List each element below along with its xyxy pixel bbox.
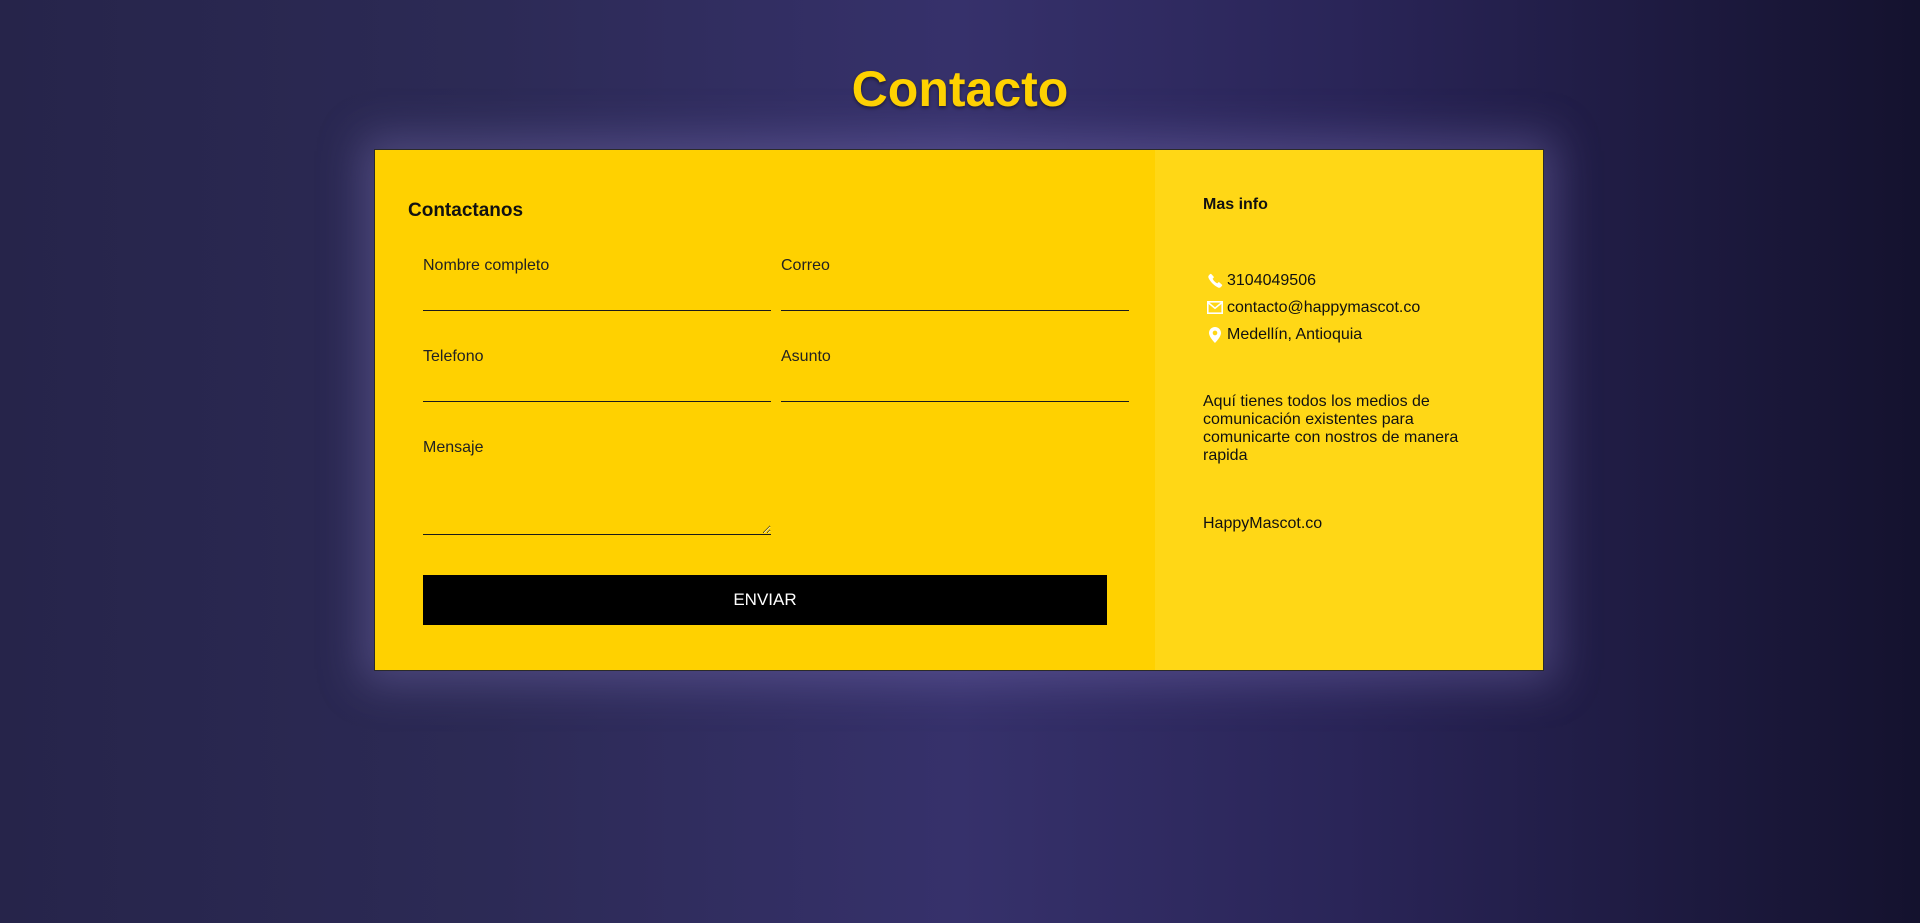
map-marker-icon (1206, 326, 1224, 344)
contact-location-text: Medellín, Antioquia (1227, 325, 1363, 343)
telefono-label: Telefono (423, 348, 484, 365)
asunto-field: Asunto (781, 348, 1129, 402)
page-title: Contacto (851, 61, 1069, 117)
contact-location-item: Medellín, Antioquia (1206, 321, 1420, 348)
form-heading: Contactanos (408, 200, 524, 221)
info-panel: Mas info 3104049506 contacto@happymascot… (1155, 150, 1543, 670)
mensaje-textarea[interactable] (423, 465, 771, 535)
telefono-input[interactable] (423, 372, 771, 402)
send-button[interactable]: ENVIAR (423, 575, 1107, 625)
info-heading: Mas info (1203, 196, 1268, 213)
correo-input[interactable] (781, 281, 1129, 311)
mensaje-label: Mensaje (423, 439, 484, 456)
contact-info-list: 3104049506 contacto@happymascot.co Medel… (1206, 267, 1420, 348)
telefono-field: Telefono (423, 348, 771, 402)
brand-name: HappyMascot.co (1203, 515, 1323, 532)
contact-phone-item: 3104049506 (1206, 267, 1420, 294)
contact-email-item: contacto@happymascot.co (1206, 294, 1420, 321)
contact-phone-text: 3104049506 (1227, 271, 1316, 289)
contact-email-text: contacto@happymascot.co (1227, 298, 1421, 316)
contact-form-panel: Contactanos Nombre completo Correo Telef… (375, 150, 1155, 670)
nombre-input[interactable] (423, 281, 771, 311)
correo-label: Correo (781, 257, 830, 274)
envelope-icon (1206, 299, 1224, 317)
contact-card: Contactanos Nombre completo Correo Telef… (374, 149, 1544, 671)
asunto-input[interactable] (781, 372, 1129, 402)
info-description: Aquí tienes todos los medios de comunica… (1203, 393, 1459, 464)
mensaje-field: Mensaje (423, 439, 771, 535)
nombre-label: Nombre completo (423, 257, 550, 274)
nombre-field: Nombre completo (423, 257, 771, 311)
asunto-label: Asunto (781, 348, 831, 365)
phone-icon (1206, 272, 1224, 290)
correo-field: Correo (781, 257, 1129, 311)
